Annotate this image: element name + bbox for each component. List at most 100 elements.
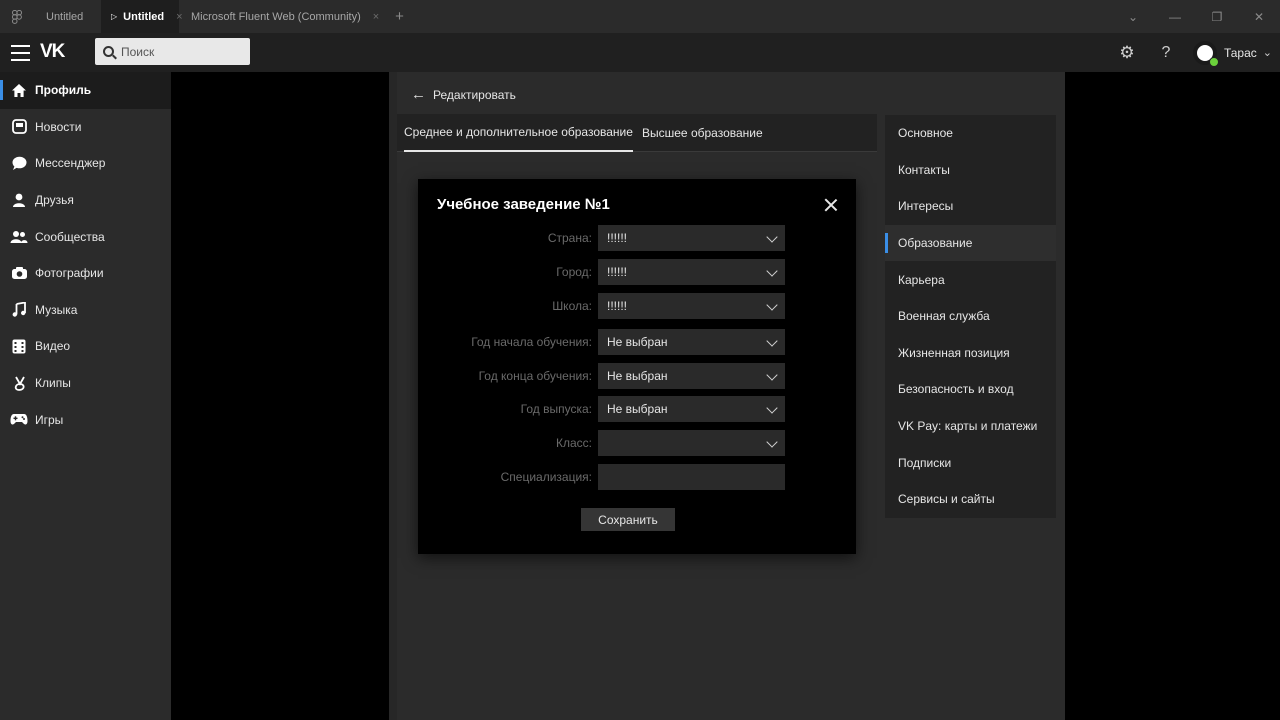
- tab-label: Microsoft Fluent Web (Community): [191, 10, 361, 23]
- sidebar-item-video[interactable]: Видео: [0, 328, 171, 365]
- settings-item-interests[interactable]: Интересы: [885, 188, 1056, 225]
- play-icon: ▷: [111, 12, 118, 21]
- field-label: Год выпуска:: [520, 402, 592, 416]
- tab-untitled-1[interactable]: Untitled: [34, 0, 101, 33]
- close-tab-icon[interactable]: ×: [373, 11, 379, 23]
- sidebar-item-communities[interactable]: Сообщества: [0, 218, 171, 255]
- music-icon: [10, 301, 28, 319]
- modal-title: Учебное заведение №1: [437, 196, 610, 213]
- tab-secondary-education[interactable]: Среднее и дополнительное образование: [404, 114, 633, 152]
- education-modal: Учебное заведение №1 Страна: !!!!!! Горо…: [418, 179, 856, 554]
- sidebar-item-clips[interactable]: Клипы: [0, 365, 171, 402]
- vk-logo[interactable]: VK: [40, 41, 65, 63]
- chevron-down-icon[interactable]: ⌄: [1112, 10, 1154, 24]
- save-button[interactable]: Сохранить: [581, 508, 675, 531]
- city-select[interactable]: !!!!!!: [598, 259, 785, 285]
- settings-item-contacts[interactable]: Контакты: [885, 152, 1056, 189]
- tab-higher-education[interactable]: Высшее образование: [642, 114, 763, 152]
- education-tabs: Среднее и дополнительное образование Выс…: [397, 114, 877, 152]
- settings-item-vk-pay[interactable]: VK Pay: карты и платежи: [885, 408, 1056, 445]
- help-icon[interactable]: ?: [1147, 44, 1185, 62]
- search-icon: [103, 46, 114, 57]
- sidebar-item-music[interactable]: Музыка: [0, 292, 171, 329]
- chat-icon: [10, 154, 28, 172]
- settings-item-label: Основное: [898, 126, 953, 141]
- form-row-class: Класс:: [418, 430, 856, 456]
- settings-item-career[interactable]: Карьера: [885, 261, 1056, 298]
- sidebar-item-label: Профиль: [35, 83, 92, 98]
- settings-item-label: Безопасность и вход: [898, 382, 1014, 397]
- settings-item-education[interactable]: Образование: [885, 224, 1056, 262]
- close-icon[interactable]: [822, 196, 840, 214]
- sidebar-item-label: Мессенджер: [35, 156, 106, 171]
- sidebar-item-games[interactable]: Игры: [0, 401, 171, 438]
- settings-item-services[interactable]: Сервисы и сайты: [885, 481, 1056, 518]
- settings-item-basic[interactable]: Основное: [885, 115, 1056, 152]
- sidebar-item-label: Видео: [35, 339, 71, 354]
- end-year-select[interactable]: Не выбран: [598, 363, 785, 389]
- field-label: Город:: [556, 265, 592, 279]
- settings-item-military[interactable]: Военная служба: [885, 298, 1056, 335]
- form-row-specialization: Специализация:: [418, 464, 856, 490]
- settings-item-subscriptions[interactable]: Подписки: [885, 444, 1056, 481]
- tab-fluent-web[interactable]: Microsoft Fluent Web (Community) ×: [179, 0, 389, 33]
- search-input[interactable]: Поиск: [95, 38, 250, 65]
- settings-item-label: Интересы: [898, 199, 954, 214]
- form-row-school: Школа: !!!!!!: [418, 293, 856, 319]
- start-year-select[interactable]: Не выбран: [598, 329, 785, 355]
- sidebar: Профиль Новости Мессенджер Друзья Сообще…: [0, 72, 171, 720]
- settings-item-security[interactable]: Безопасность и вход: [885, 371, 1056, 408]
- camera-icon: [10, 264, 28, 282]
- tab-label: Untitled: [46, 10, 84, 23]
- sidebar-item-profile[interactable]: Профиль: [0, 72, 171, 109]
- select-value: Не выбран: [607, 369, 668, 383]
- select-value: Не выбран: [607, 335, 668, 349]
- menu-icon[interactable]: [11, 45, 30, 66]
- user-name[interactable]: Тарас: [1224, 46, 1257, 60]
- settings-item-life-position[interactable]: Жизненная позиция: [885, 335, 1056, 372]
- app-topbar: VK Поиск ⚙ ? Тарас ⌄: [0, 33, 1280, 72]
- tab-label: Высшее образование: [642, 126, 763, 140]
- sidebar-item-news[interactable]: Новости: [0, 109, 171, 146]
- field-label: Год конца обучения:: [478, 369, 592, 383]
- sidebar-item-label: Клипы: [35, 376, 71, 391]
- graduation-year-select[interactable]: Не выбран: [598, 396, 785, 422]
- people-icon: [10, 228, 28, 246]
- sidebar-item-label: Фотографии: [35, 266, 104, 281]
- avatar[interactable]: [1192, 40, 1219, 67]
- sidebar-item-label: Сообщества: [35, 229, 105, 244]
- sidebar-item-label: Музыка: [35, 302, 78, 317]
- field-label: Год начала обучения:: [471, 335, 592, 349]
- sidebar-item-label: Друзья: [35, 193, 74, 208]
- chevron-down-icon: [766, 265, 778, 277]
- specialization-input[interactable]: [598, 464, 785, 490]
- minimize-icon[interactable]: —: [1154, 10, 1196, 24]
- chevron-down-icon: [766, 299, 778, 311]
- field-label: Школа:: [552, 299, 592, 313]
- class-select[interactable]: [598, 430, 785, 456]
- form-row-start-year: Год начала обучения: Не выбран: [418, 329, 856, 355]
- sidebar-item-friends[interactable]: Друзья: [0, 182, 171, 219]
- chevron-down-icon[interactable]: ⌄: [1263, 46, 1272, 59]
- form-row-graduation-year: Год выпуска: Не выбран: [418, 396, 856, 422]
- restore-icon[interactable]: ❐: [1196, 10, 1238, 24]
- figma-logo-icon[interactable]: [0, 0, 34, 33]
- school-select[interactable]: !!!!!!: [598, 293, 785, 319]
- settings-item-label: Подписки: [898, 455, 952, 470]
- close-window-icon[interactable]: ✕: [1238, 10, 1280, 24]
- add-tab-button[interactable]: +: [395, 8, 404, 25]
- home-icon: [10, 81, 28, 99]
- gear-icon[interactable]: ⚙: [1107, 43, 1147, 63]
- settings-item-label: Контакты: [898, 162, 950, 177]
- form-row-end-year: Год конца обучения: Не выбран: [418, 363, 856, 389]
- window-controls: ⌄ — ❐ ✕: [1112, 0, 1280, 33]
- search-placeholder: Поиск: [121, 44, 155, 59]
- back-link[interactable]: ← Редактировать: [411, 86, 516, 103]
- sidebar-item-photos[interactable]: Фотографии: [0, 255, 171, 292]
- news-icon: [10, 118, 28, 136]
- country-select[interactable]: !!!!!!: [598, 225, 785, 251]
- tab-untitled-2[interactable]: ▷ Untitled ×: [101, 0, 183, 33]
- chevron-down-icon: [766, 369, 778, 381]
- tab-label: Среднее и дополнительное образование: [404, 125, 633, 139]
- sidebar-item-messenger[interactable]: Мессенджер: [0, 145, 171, 182]
